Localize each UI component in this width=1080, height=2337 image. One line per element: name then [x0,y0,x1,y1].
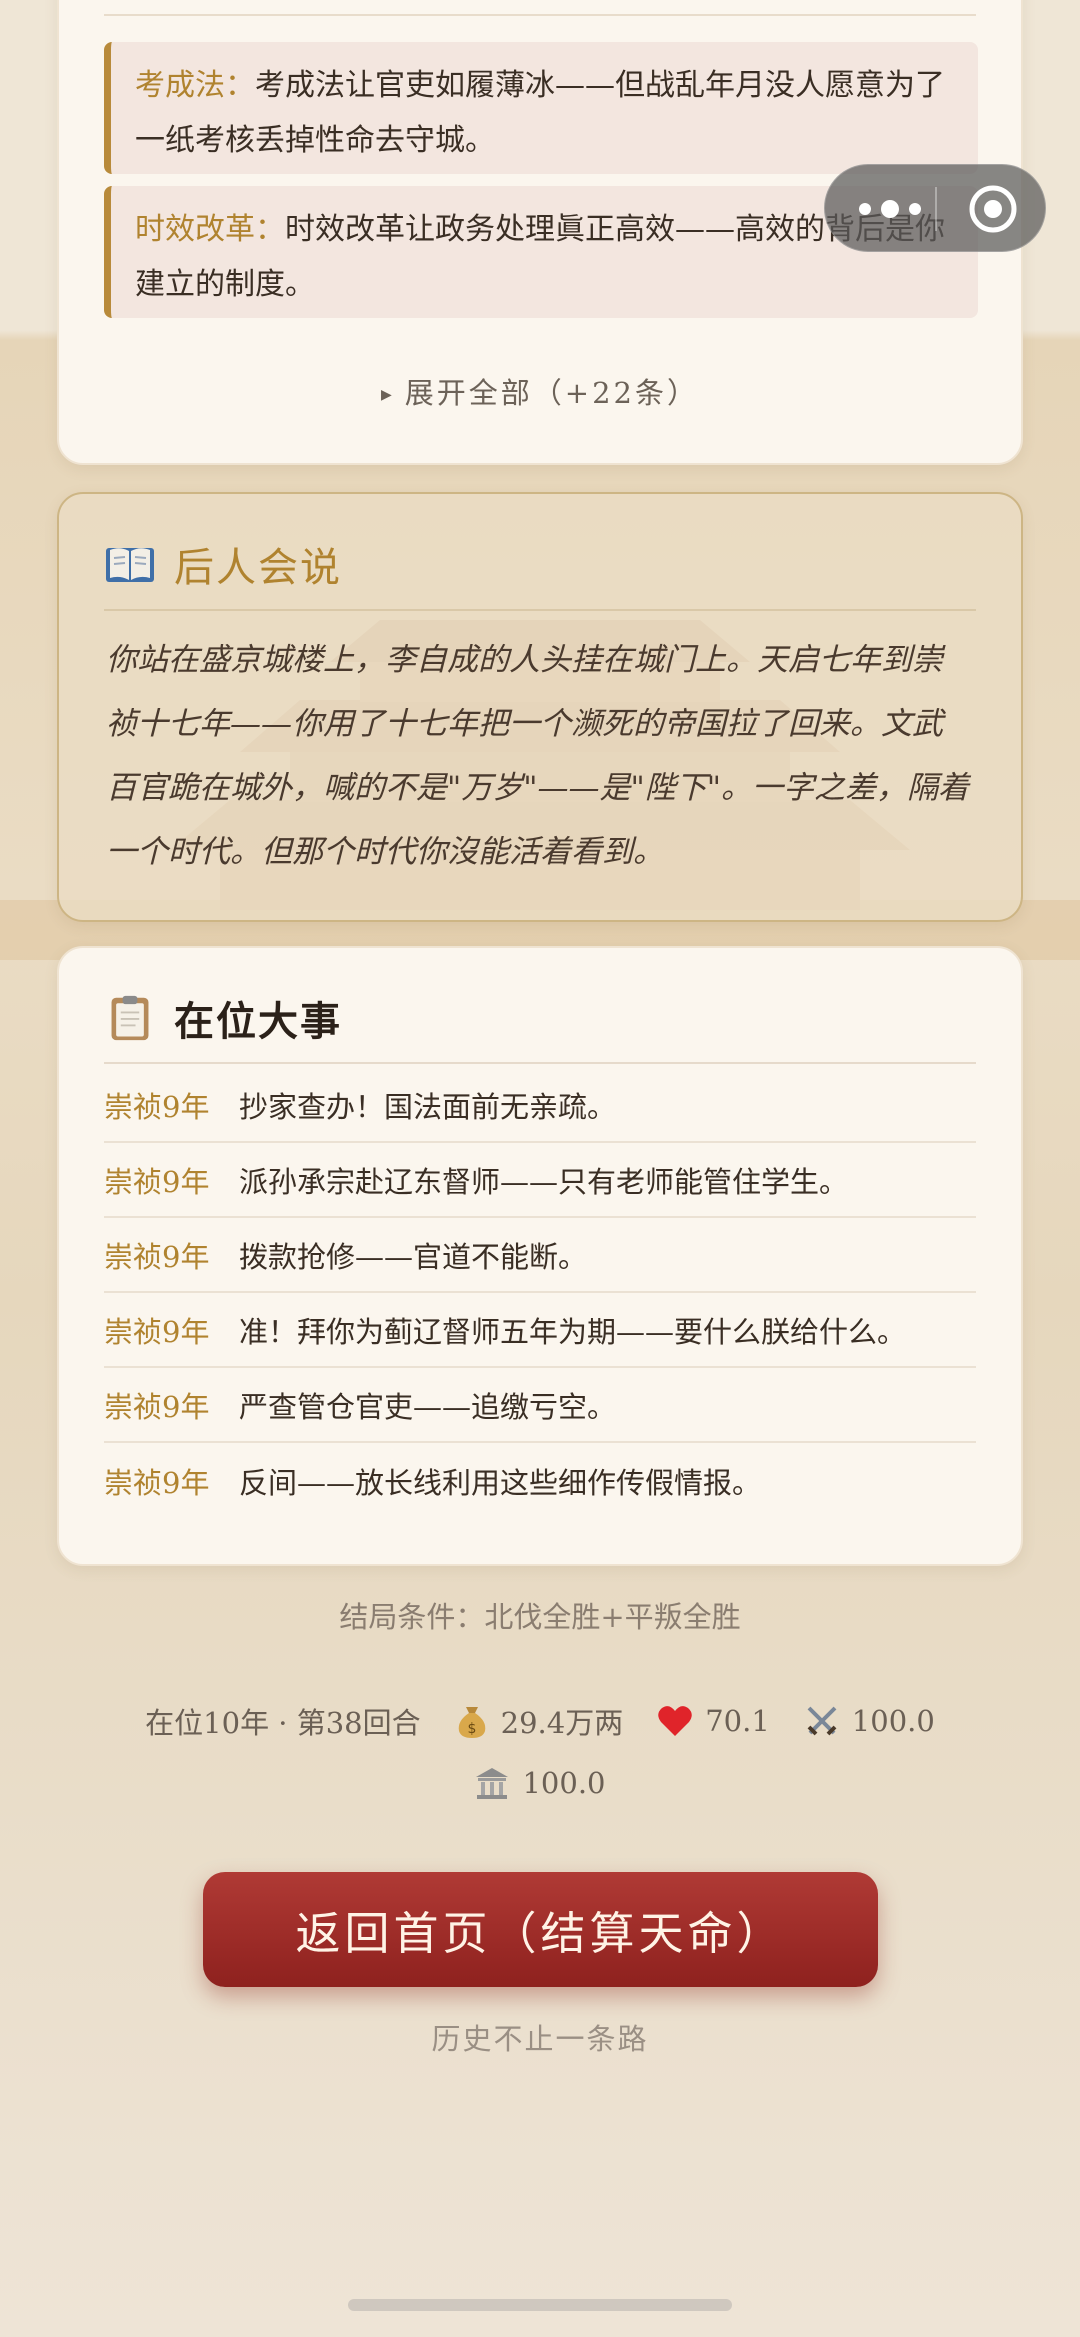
posterity-card: 后人会说 你站在盛京城楼上，李自成的人头挂在城门上。天启七年到崇祯十七年——你用… [57,492,1023,922]
event-row: 崇祯9年 抄家查办！国法面前无亲疏。 [104,1068,976,1143]
court-value: 100.0 [522,1766,606,1800]
event-text: 准！拜你为蓟辽督师五年为期——要什么朕给什么。 [239,1314,907,1349]
event-year: 崇祯9年 [104,1239,210,1274]
event-row: 崇祯9年 准！拜你为蓟辽督师五年为期——要什么朕给什么。 [104,1293,976,1368]
expand-all-label: 展开全部（+22条） [404,376,699,410]
event-text: 拨款抢修——官道不能断。 [239,1239,588,1274]
event-row: 崇祯9年 派孙承宗赴辽东督师——只有老师能管住学生。 [104,1143,976,1218]
miniprogram-capsule [824,164,1046,252]
divider [104,1062,976,1064]
classical-building-icon [476,1768,509,1799]
divider [104,14,976,16]
tagline: 历史不止一条路 [431,2022,649,2056]
stats-line-1: 在位10年 · 第38回合 $ 29.4万两 70.1 100.0 [0,1698,1080,1744]
events-title: 在位大事 [174,998,342,1045]
reform-note: 考成法：考成法让官吏如履薄冰——但战乱年月没人愿意为了一纸考核丢掉性命去守城。 [104,42,978,174]
event-text: 严查管仓官吏——追缴亏空。 [239,1389,617,1424]
treasury-value: 29.4万两 [500,1706,624,1740]
svg-text:$: $ [467,1721,476,1737]
capsule-divider [935,187,937,231]
military-stat: 100.0 [804,1703,935,1739]
stats-line-2: 100.0 [0,1760,1080,1806]
crossed-swords-icon [807,1706,837,1736]
posterity-header: 后人会说 [104,534,342,594]
reign-stat: 在位10年 · 第38回合 [145,1706,421,1740]
event-text: 派孙承宗赴辽东督师——只有老师能管住学生。 [239,1164,849,1199]
expand-all-button[interactable]: ▶ 展开全部（+22条） [59,370,1021,412]
reform-note-key: 考成法： [135,68,255,103]
reign-events-card: 在位大事 崇祯9年 抄家查办！国法面前无亲疏。 崇祯9年 派孙承宗赴辽东督师——… [57,946,1023,1566]
event-row: 崇祯9年 严查管仓官吏——追缴亏空。 [104,1368,976,1443]
expand-triangle-icon: ▶ [381,387,395,403]
ending-condition: 结局条件：北伐全胜+平叛全胜 [339,1600,741,1634]
more-options-icon[interactable] [855,195,925,223]
treasury-stat: $ 29.4万两 [455,1700,624,1742]
court-stat: 100.0 [474,1765,606,1801]
clipboard-icon [111,995,149,1041]
events-list: 崇祯9年 抄家查办！国法面前无亲疏。 崇祯9年 派孙承宗赴辽东督师——只有老师能… [104,1068,976,1518]
event-year: 崇祯9年 [104,1314,210,1349]
event-text: 抄家查办！国法面前无亲疏。 [239,1089,617,1124]
money-bag-icon: $ [458,1707,485,1738]
reform-note-text: 考成法让官吏如履薄冰——但战乱年月没人愿意为了一纸考核丢掉性命去守城。 [135,68,945,158]
events-header: 在位大事 [104,988,342,1048]
event-row: 崇祯9年 拨款抢修——官道不能断。 [104,1218,976,1293]
popularity-value: 70.1 [705,1704,770,1738]
open-book-icon [106,548,154,582]
heart-icon [658,1706,692,1736]
event-year: 崇祯9年 [104,1164,210,1199]
popularity-stat: 70.1 [657,1704,770,1738]
military-value: 100.0 [851,1704,935,1738]
event-text: 反间——放长线利用这些细作传假情报。 [239,1465,762,1500]
posterity-title: 后人会说 [174,545,342,591]
return-home-button[interactable]: 返回首页（结算天命） [203,1872,878,1987]
event-year: 崇祯9年 [104,1389,210,1424]
event-year: 崇祯9年 [104,1089,210,1124]
event-row: 崇祯9年 反间——放长线利用这些细作传假情报。 [104,1443,976,1518]
divider [104,609,976,611]
stats-bar: 在位10年 · 第38回合 $ 29.4万两 70.1 100.0 100.0 [0,1698,1080,1822]
event-year: 崇祯9年 [104,1465,210,1500]
reform-note-key: 时效改革： [135,212,285,247]
home-indicator[interactable] [348,2299,732,2311]
close-miniprogram-icon[interactable] [968,184,1018,234]
posterity-text: 你站在盛京城楼上，李自成的人头挂在城门上。天启七年到崇祯十七年——你用了十七年把… [106,642,970,870]
